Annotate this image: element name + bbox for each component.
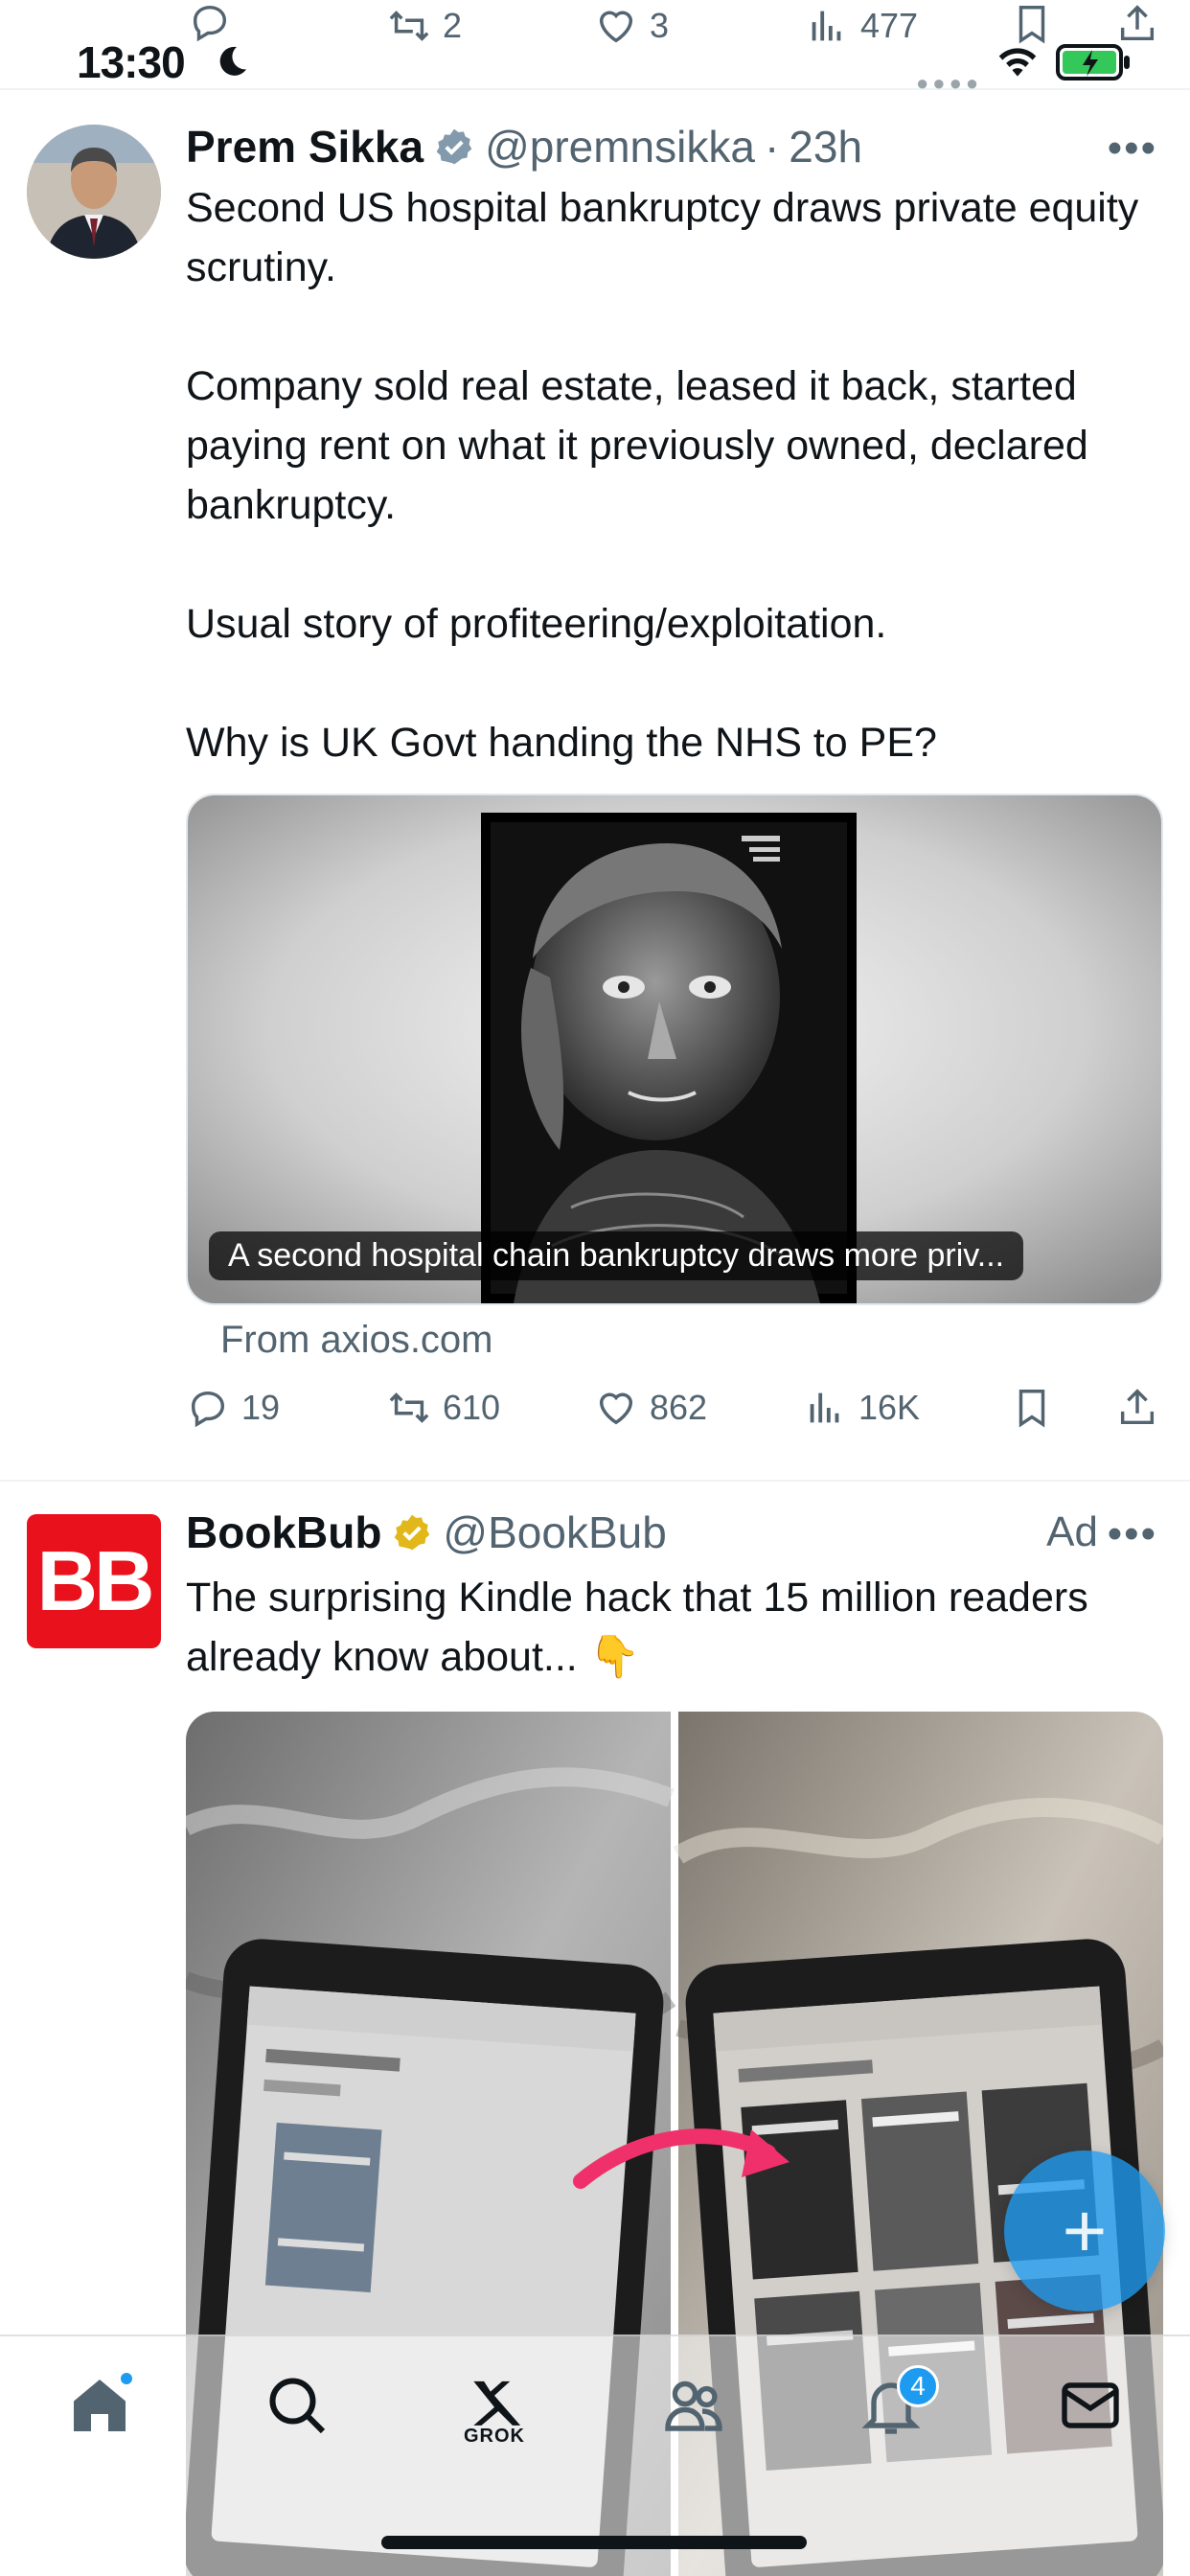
status-bar: 2 3 477 13:30 ●●●●	[0, 0, 1190, 95]
retweet-icon	[389, 1392, 429, 1423]
nav-communities[interactable]	[655, 2371, 732, 2448]
reply-icon	[193, 5, 227, 42]
compose-button[interactable]: +	[1004, 2150, 1165, 2312]
views-icon	[812, 11, 841, 41]
views-count: 477	[860, 6, 919, 45]
views-action[interactable]: 477	[805, 4, 918, 48]
tweet-header: Prem Sikka @premnsikka · 23h	[186, 121, 862, 172]
status-time: 13:30	[77, 37, 186, 87]
nav-home[interactable]	[61, 2371, 138, 2448]
nav-messages[interactable]	[1052, 2371, 1129, 2448]
share-button[interactable]	[1115, 1386, 1159, 1430]
retweet-count: 610	[443, 1388, 501, 1427]
tweet[interactable]: Prem Sikka @premnsikka · 23h ••• Second …	[0, 92, 1190, 1478]
share-icon	[1120, 1389, 1155, 1425]
verified-gold-badge-icon	[395, 1514, 430, 1551]
retweet-count: 2	[443, 6, 463, 45]
share-icon	[1120, 5, 1155, 41]
plus-icon: +	[1062, 2188, 1108, 2273]
nav-notifications[interactable]: 4	[853, 2365, 939, 2448]
nav-search[interactable]	[259, 2371, 335, 2448]
search-icon	[269, 2378, 326, 2434]
nav-grok[interactable]: GROK	[456, 2371, 533, 2448]
more-options-icon[interactable]: •••	[1108, 125, 1157, 172]
reply-count: 19	[241, 1388, 281, 1427]
bookmark-icon	[1018, 6, 1045, 44]
moon-icon	[219, 46, 246, 76]
wifi-icon	[998, 48, 1037, 77]
separator: ·	[764, 122, 780, 172]
like-button[interactable]: 862	[594, 1386, 707, 1430]
grok-label: GROK	[464, 2426, 525, 2447]
retweet-icon	[389, 11, 429, 41]
avatar-logo-text: BB	[36, 1533, 154, 1628]
avatar-photo	[27, 125, 161, 259]
author-name[interactable]: Prem Sikka	[186, 121, 423, 172]
verified-badge-icon	[436, 128, 472, 165]
views-count: 16K	[858, 1388, 921, 1427]
communities-icon	[665, 2380, 722, 2431]
reply-button[interactable]: 19	[186, 1386, 280, 1430]
like-count: 862	[650, 1388, 708, 1427]
card-image	[188, 795, 1161, 1303]
bookmark-button[interactable]	[1010, 1386, 1054, 1430]
tweet-text: The surprising Kindle hack that 15 milli…	[186, 1575, 1088, 1680]
ad-label: Ad	[1046, 1508, 1098, 1555]
tweet-actions: 19 610 862 16K	[186, 1386, 1163, 1443]
reply-icon	[191, 1391, 225, 1428]
grok-icon	[473, 2380, 521, 2426]
tweet-header: BookBub @BookBub	[186, 1506, 667, 1558]
card-source[interactable]: From axios.com	[220, 1319, 493, 1362]
heart-icon	[599, 11, 633, 43]
bookmark-action[interactable]	[1010, 2, 1054, 46]
author-handle[interactable]: @BookBub	[443, 1506, 666, 1558]
avatar[interactable]: BB	[27, 1514, 161, 1648]
tweet-time[interactable]: 23h	[789, 121, 862, 172]
battery-charging-icon	[1056, 44, 1130, 80]
views-icon	[810, 1392, 839, 1423]
link-card[interactable]: A second hospital chain bankruptcy draws…	[186, 794, 1163, 1305]
card-caption: A second hospital chain bankruptcy draws…	[209, 1231, 1024, 1280]
author-handle[interactable]: @premnsikka	[485, 121, 755, 172]
heart-icon	[599, 1392, 633, 1425]
like-action[interactable]: 3	[594, 4, 669, 48]
author-name[interactable]: BookBub	[186, 1506, 381, 1558]
like-count: 3	[650, 6, 670, 45]
share-action[interactable]	[1115, 2, 1159, 46]
mail-icon	[1062, 2382, 1119, 2428]
tweet-text: Second US hospital bankruptcy draws priv…	[186, 185, 1139, 766]
retweet-button[interactable]: 610	[387, 1386, 500, 1430]
status-indicators	[996, 44, 1133, 80]
home-indicator	[381, 2536, 807, 2549]
reply-action[interactable]	[188, 0, 232, 44]
avatar[interactable]	[27, 125, 161, 259]
views-button[interactable]: 16K	[803, 1386, 920, 1430]
more-options-icon[interactable]: •••	[1108, 1510, 1157, 1558]
retweet-action[interactable]: 2	[387, 4, 462, 48]
new-posts-dot	[119, 2371, 134, 2386]
notifications-badge: 4	[897, 2365, 939, 2407]
bookmark-icon	[1018, 1390, 1045, 1428]
